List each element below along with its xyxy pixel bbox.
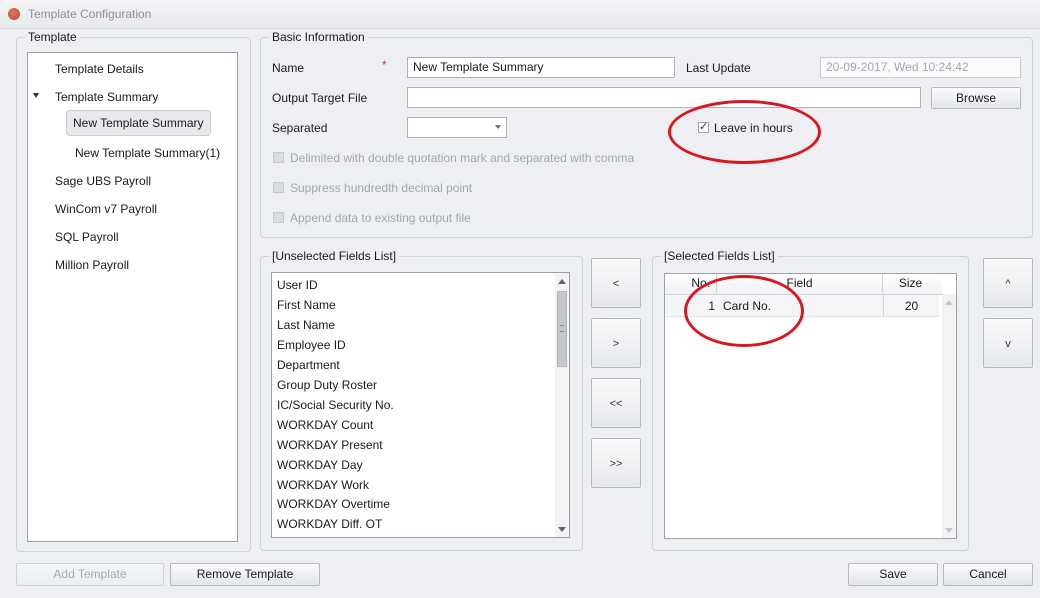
list-item[interactable]: IC/Social Security No.	[277, 398, 394, 412]
unselected-fields-list: User ID First Name Last Name Employee ID Dep…	[271, 272, 570, 538]
list-item[interactable]: WORKDAY Work	[277, 478, 369, 492]
output-target-field[interactable]	[407, 87, 921, 108]
tree-item-template-details[interactable]: Template Details	[55, 62, 144, 76]
tree-item-sql-payroll[interactable]: SQL Payroll	[55, 230, 119, 244]
expand-triangle-icon[interactable]	[33, 93, 39, 98]
remove-field-button[interactable]: >	[591, 318, 641, 368]
cell-size: 20	[904, 299, 919, 313]
selected-scrollbar[interactable]	[942, 294, 956, 538]
browse-button[interactable]: Browse	[931, 87, 1021, 109]
delimited-label: Delimited with double quotation mark and…	[290, 151, 635, 165]
required-mark: *	[382, 58, 387, 72]
append-label: Append data to existing output file	[290, 211, 471, 225]
list-item[interactable]: WORKDAY Overtime	[277, 497, 390, 511]
annotation-circle-card-no	[684, 275, 804, 347]
scroll-up-icon[interactable]	[945, 300, 953, 305]
suppress-label: Suppress hundredth decimal point	[290, 181, 473, 195]
scroll-thumb[interactable]	[557, 291, 567, 367]
list-item[interactable]: WORKDAY Diff. OT	[277, 517, 382, 531]
tree-item-new-template-summary[interactable]: New Template Summary	[66, 110, 211, 136]
scroll-up-icon[interactable]	[558, 279, 566, 284]
last-update-field: 20-09-2017, Wed 10:24:42	[820, 57, 1021, 78]
list-item[interactable]: First Name	[277, 298, 336, 312]
title-bar: Template Configuration	[0, 0, 1040, 29]
tree-item-sage-ubs-payroll[interactable]: Sage UBS Payroll	[55, 174, 151, 188]
tree-item-template-summary[interactable]: Template Summary	[55, 90, 158, 104]
unselected-scrollbar[interactable]	[555, 273, 569, 537]
list-item[interactable]: Group Duty Roster	[277, 378, 377, 392]
grip-icon	[560, 325, 564, 332]
add-all-fields-button[interactable]: <<	[591, 378, 641, 428]
tree-item-wincom-v7-payroll[interactable]: WinCom v7 Payroll	[55, 202, 157, 216]
chevron-down-icon	[495, 125, 501, 129]
tree-item-new-template-summary-1[interactable]: New Template Summary(1)	[75, 146, 220, 160]
template-legend: Template	[28, 30, 77, 44]
delimited-checkbox[interactable]	[273, 152, 284, 163]
list-item[interactable]: WORKDAY Day	[277, 458, 363, 472]
list-item[interactable]: User ID	[277, 278, 318, 292]
scroll-down-icon[interactable]	[558, 527, 566, 532]
window-title: Template Configuration	[28, 7, 152, 21]
output-target-label: Output Target File	[272, 91, 368, 105]
selected-fields-legend: [Selected Fields List]	[664, 249, 775, 263]
move-down-button[interactable]: v	[983, 318, 1033, 368]
unselected-fields-legend: [Unselected Fields List]	[272, 249, 397, 263]
list-item[interactable]: Last Name	[277, 318, 335, 332]
list-item[interactable]: Employee ID	[277, 338, 346, 352]
remove-all-fields-button[interactable]: >>	[591, 438, 641, 488]
app-icon	[8, 8, 20, 20]
cell-divider	[883, 295, 884, 316]
suppress-checkbox[interactable]	[273, 182, 284, 193]
separated-select[interactable]	[407, 117, 507, 138]
column-header-size[interactable]: Size	[883, 274, 938, 293]
template-tree: Template Details Template Summary New Te…	[27, 52, 238, 542]
cancel-button[interactable]: Cancel	[943, 563, 1033, 586]
append-checkbox[interactable]	[273, 212, 284, 223]
tree-item-million-payroll[interactable]: Million Payroll	[55, 258, 129, 272]
add-field-button[interactable]: <	[591, 258, 641, 308]
annotation-circle-leave-in-hours	[668, 100, 821, 164]
list-item[interactable]: WORKDAY Present	[277, 438, 383, 452]
name-field[interactable]: New Template Summary	[407, 57, 675, 78]
remove-template-button[interactable]: Remove Template	[170, 563, 320, 586]
separated-label: Separated	[272, 121, 328, 135]
last-update-label: Last Update	[686, 61, 751, 75]
add-template-button[interactable]: Add Template	[16, 563, 164, 586]
list-item[interactable]: Department	[277, 358, 340, 372]
list-item[interactable]: WORKDAY Count	[277, 418, 373, 432]
name-label: Name	[272, 61, 305, 75]
basic-info-legend: Basic Information	[272, 30, 365, 44]
save-button[interactable]: Save	[848, 563, 938, 586]
move-up-button[interactable]: ^	[983, 258, 1033, 308]
scroll-down-icon[interactable]	[945, 528, 953, 533]
